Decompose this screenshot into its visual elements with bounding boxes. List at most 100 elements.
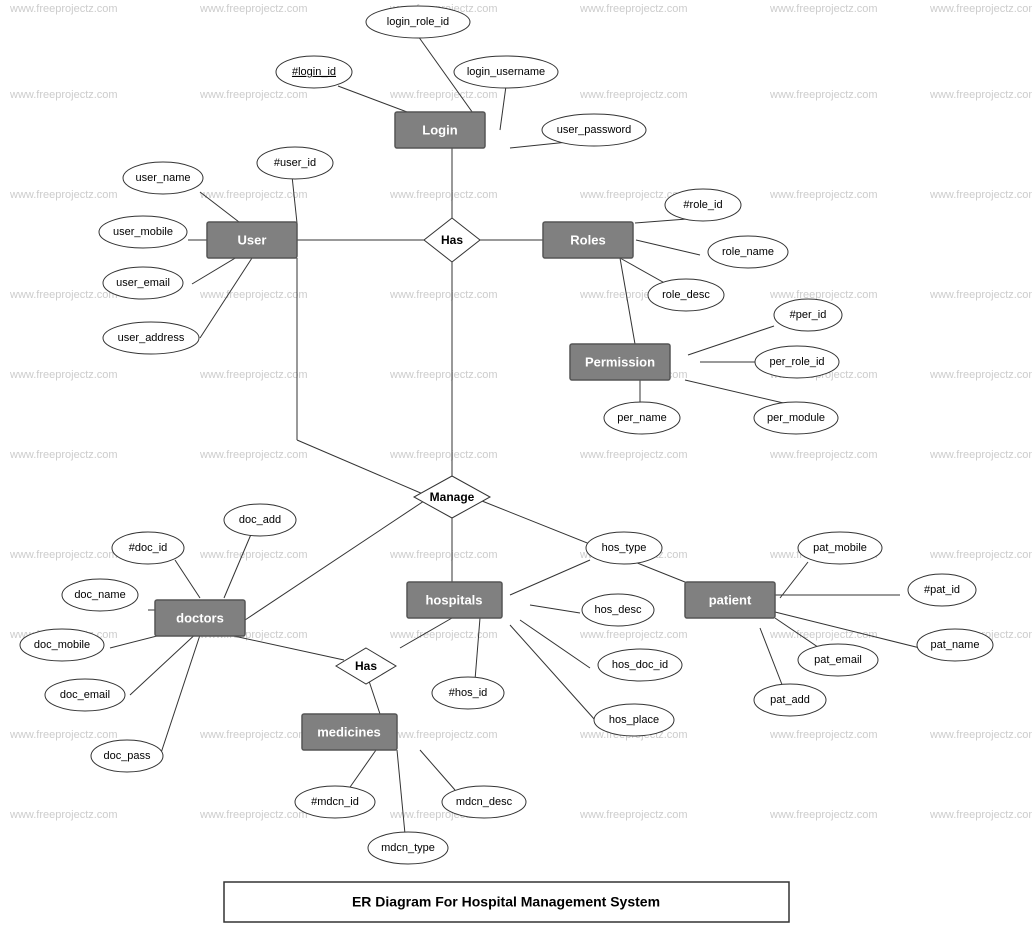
watermark: www.freeprojectz.com	[929, 449, 1032, 461]
watermark: www.freeprojectz.com	[389, 189, 498, 201]
entity-permission-label: Permission	[585, 354, 655, 369]
connector-medicines-mdcn-id	[348, 750, 376, 790]
relationship-has1-label: Has	[441, 233, 463, 247]
watermark: www.freeprojectz.com	[199, 289, 308, 301]
connector-login-login-username	[500, 86, 506, 130]
attr-user-id-label: #user_id	[274, 157, 316, 169]
attr-user-email-label: user_email	[116, 277, 170, 289]
attr-per-role-id-label: per_role_id	[769, 356, 824, 368]
connector-patient-pat-name	[775, 612, 920, 648]
relationship-has2-label: Has	[355, 659, 377, 673]
watermark: www.freeprojectz.com	[769, 449, 878, 461]
connector-roles-permission	[620, 258, 635, 344]
attr-user-name-label: user_name	[135, 172, 190, 184]
watermark: www.freeprojectz.com	[9, 289, 118, 301]
watermark: www.freeprojectz.com	[389, 369, 498, 381]
attr-pat-id-label: #pat_id	[924, 584, 960, 596]
connector-doctors-doc-pass	[160, 635, 200, 756]
watermark: www.freeprojectz.com	[929, 549, 1032, 561]
attr-user-mobile-label: user_mobile	[113, 226, 173, 238]
watermark: www.freeprojectz.com	[9, 809, 118, 821]
watermark: www.freeprojectz.com	[769, 629, 878, 641]
watermark: www.freeprojectz.com	[579, 89, 688, 101]
watermark: www.freeprojectz.com	[199, 549, 308, 561]
watermark: www.freeprojectz.com	[199, 809, 308, 821]
entity-hospitals-label: hospitals	[425, 592, 482, 607]
attr-pat-email-label: pat_email	[814, 654, 862, 666]
watermark: www.freeprojectz.com	[9, 729, 118, 741]
watermark: www.freeprojectz.com	[929, 89, 1032, 101]
watermark: www.freeprojectz.com	[929, 289, 1032, 301]
watermark: www.freeprojectz.com	[199, 729, 308, 741]
attr-hos-type-label: hos_type	[602, 542, 647, 554]
connector-roles-role-name	[636, 240, 700, 255]
attr-doc-mobile-label: doc_mobile	[34, 639, 90, 651]
watermark: www.freeprojectz.com	[769, 89, 878, 101]
attr-pat-add-label: pat_add	[770, 694, 810, 706]
attr-doc-add-label: doc_add	[239, 514, 281, 526]
connector-user-user-id	[292, 176, 297, 223]
watermark: www.freeprojectz.com	[579, 3, 688, 15]
connector-hospitals-hos-place	[510, 625, 595, 720]
watermark: www.freeprojectz.com	[199, 369, 308, 381]
watermark: www.freeprojectz.com	[579, 629, 688, 641]
watermark: www.freeprojectz.com	[389, 629, 498, 641]
watermark: www.freeprojectz.com	[389, 729, 498, 741]
attr-doc-pass-label: doc_pass	[103, 750, 151, 762]
watermark: www.freeprojectz.com	[9, 369, 118, 381]
connector-medicines-mdcn-type	[397, 750, 405, 834]
watermark: www.freeprojectz.com	[929, 189, 1032, 201]
connector-login-user-password	[510, 142, 568, 148]
connector-doctors-doc-id	[175, 560, 200, 598]
entity-login-label: Login	[422, 122, 457, 137]
attr-doc-name-label: doc_name	[74, 589, 125, 601]
attr-role-name-label: role_name	[722, 246, 774, 258]
entity-user-label: User	[238, 232, 267, 247]
connector-hospitals-hos-desc	[530, 605, 580, 613]
watermark: www.freeprojectz.com	[769, 729, 878, 741]
entity-roles-label: Roles	[570, 232, 605, 247]
connector-permission-per-module	[685, 380, 792, 405]
attr-per-id-label: #per_id	[790, 309, 827, 321]
attr-doc-id-label: #doc_id	[129, 542, 168, 554]
attr-pat-name-label: pat_name	[931, 639, 980, 651]
attr-pat-mobile-label: pat_mobile	[813, 542, 867, 554]
attr-role-desc-label: role_desc	[662, 289, 710, 301]
watermark: www.freeprojectz.com	[389, 449, 498, 461]
watermark: www.freeprojectz.com	[579, 449, 688, 461]
watermark: www.freeprojectz.com	[389, 89, 498, 101]
connector-hospitals-hos-id	[475, 618, 480, 680]
attr-hos-doc-id-label: hos_doc_id	[612, 659, 668, 671]
diagram-title: ER Diagram For Hospital Management Syste…	[352, 894, 660, 910]
watermark: www.freeprojectz.com	[9, 449, 118, 461]
watermark: www.freeprojectz.com	[199, 449, 308, 461]
entity-medicines-label: medicines	[317, 724, 381, 739]
watermark: www.freeprojectz.com	[929, 369, 1032, 381]
watermark: www.freeprojectz.com	[579, 809, 688, 821]
entity-doctors-label: doctors	[176, 610, 224, 625]
connector-user-manage	[297, 440, 430, 497]
watermark: www.freeprojectz.com	[9, 3, 118, 15]
attr-login-id-label: #login_id	[292, 66, 336, 78]
attr-login-username-label: login_username	[467, 66, 545, 78]
attr-user-password-label: user_password	[557, 124, 632, 136]
watermark: www.freeprojectz.com	[199, 89, 308, 101]
connector-hospitals-has2	[400, 618, 452, 648]
attr-mdcn-type-label: mdcn_type	[381, 842, 435, 854]
watermark: www.freeprojectz.com	[389, 289, 498, 301]
attr-login-role-id-label: login_role_id	[387, 16, 449, 28]
attr-doc-email-label: doc_email	[60, 689, 110, 701]
entity-patient-label: patient	[709, 592, 752, 607]
connector-doctors-doc-add	[224, 532, 252, 598]
attr-hos-place-label: hos_place	[609, 714, 659, 726]
attr-role-id-label: #role_id	[683, 199, 722, 211]
watermark: www.freeprojectz.com	[769, 3, 878, 15]
watermark: www.freeprojectz.com	[199, 189, 308, 201]
attr-per-module-label: per_module	[767, 412, 825, 424]
attr-mdcn-desc-label: mdcn_desc	[456, 796, 513, 808]
attr-hos-id-label: #hos_id	[449, 687, 488, 699]
watermark: www.freeprojectz.com	[769, 289, 878, 301]
watermark: www.freeprojectz.com	[199, 3, 308, 15]
connector-user-user-address	[200, 258, 252, 338]
connector-medicines-mdcn-desc	[420, 750, 455, 790]
